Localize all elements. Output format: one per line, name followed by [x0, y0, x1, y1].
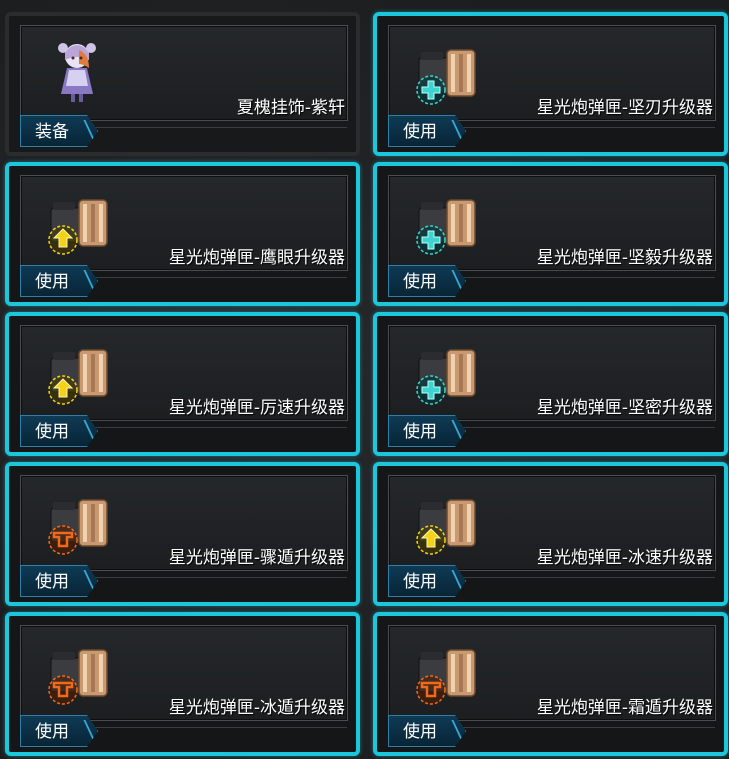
cannon-magazine-shield-orange-icon: [41, 488, 113, 560]
item-name: 星光炮弹匣-骤遁升级器: [168, 548, 345, 568]
item-card[interactable]: 星光炮弹匣-冰遁升级器 使用: [5, 612, 360, 756]
item-name: 星光炮弹匣-厉速升级器: [168, 398, 345, 418]
use-button[interactable]: 使用: [388, 115, 466, 147]
item-slot: 星光炮弹匣-骤遁升级器: [20, 475, 348, 578]
item-name: 星光炮弹匣-霜遁升级器: [536, 698, 713, 718]
cannon-magazine-arrow-yellow-icon: [409, 488, 481, 560]
item-card[interactable]: 星光炮弹匣-坚密升级器 使用: [373, 312, 728, 456]
use-button[interactable]: 使用: [388, 415, 466, 447]
item-card[interactable]: 星光炮弹匣-厉速升级器 使用: [5, 312, 360, 456]
item-card[interactable]: 星光炮弹匣-冰速升级器 使用: [373, 462, 728, 606]
item-slot: 星光炮弹匣-冰速升级器: [388, 475, 716, 578]
use-button[interactable]: 使用: [388, 265, 466, 297]
doll-figure-icon: [41, 38, 113, 110]
item-slot: 星光炮弹匣-坚密升级器: [388, 325, 716, 428]
item-card[interactable]: 星光炮弹匣-坚刃升级器 使用: [373, 12, 728, 156]
equip-button[interactable]: 装备: [20, 115, 98, 147]
item-name: 星光炮弹匣-冰遁升级器: [168, 698, 345, 718]
item-name: 星光炮弹匣-鹰眼升级器: [168, 248, 345, 268]
item-name: 星光炮弹匣-坚刃升级器: [536, 98, 713, 118]
item-slot: 星光炮弹匣-厉速升级器: [20, 325, 348, 428]
item-slot: 星光炮弹匣-霜遁升级器: [388, 625, 716, 728]
item-name: 星光炮弹匣-坚毅升级器: [536, 248, 713, 268]
use-button[interactable]: 使用: [20, 415, 98, 447]
cannon-magazine-arrow-yellow-icon: [41, 338, 113, 410]
item-slot: 夏槐挂饰-紫轩: [20, 25, 348, 128]
use-button[interactable]: 使用: [20, 265, 98, 297]
item-card[interactable]: 星光炮弹匣-鹰眼升级器 使用: [5, 162, 360, 306]
item-slot: 星光炮弹匣-冰遁升级器: [20, 625, 348, 728]
item-slot: 星光炮弹匣-坚刃升级器: [388, 25, 716, 128]
use-button[interactable]: 使用: [20, 565, 98, 597]
use-button[interactable]: 使用: [388, 715, 466, 747]
use-button[interactable]: 使用: [20, 715, 98, 747]
cannon-magazine-cross-teal-icon: [409, 188, 481, 260]
cannon-magazine-arrow-yellow-icon: [41, 188, 113, 260]
item-name: 星光炮弹匣-冰速升级器: [536, 548, 713, 568]
item-card[interactable]: 星光炮弹匣-霜遁升级器 使用: [373, 612, 728, 756]
item-slot: 星光炮弹匣-鹰眼升级器: [20, 175, 348, 278]
cannon-magazine-cross-teal-icon: [409, 38, 481, 110]
cannon-magazine-cross-teal-icon: [409, 338, 481, 410]
item-card[interactable]: 星光炮弹匣-坚毅升级器 使用: [373, 162, 728, 306]
use-button[interactable]: 使用: [388, 565, 466, 597]
item-card[interactable]: 星光炮弹匣-骤遁升级器 使用: [5, 462, 360, 606]
cannon-magazine-shield-orange-icon: [41, 638, 113, 710]
item-name: 夏槐挂饰-紫轩: [236, 98, 345, 118]
item-card[interactable]: 夏槐挂饰-紫轩 装备: [5, 12, 360, 156]
item-slot: 星光炮弹匣-坚毅升级器: [388, 175, 716, 278]
item-name: 星光炮弹匣-坚密升级器: [536, 398, 713, 418]
cannon-magazine-shield-orange-icon: [409, 638, 481, 710]
